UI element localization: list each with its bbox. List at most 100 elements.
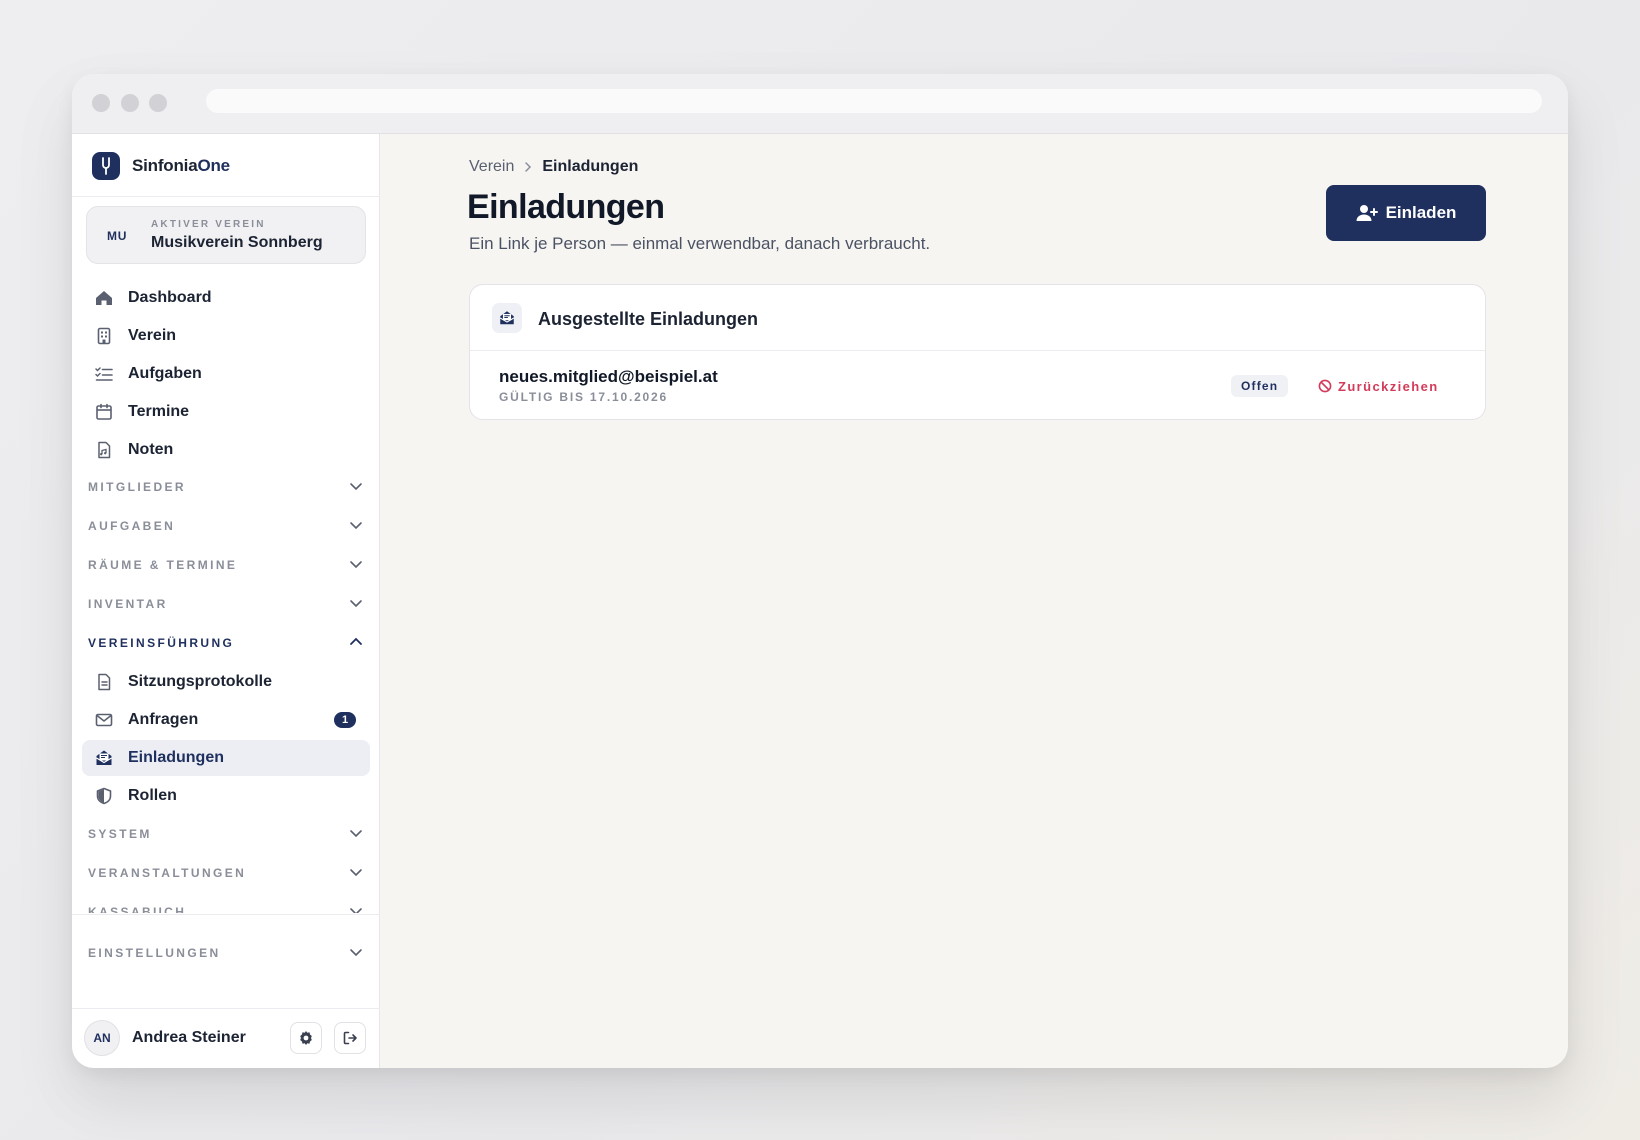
invitation-icon (492, 303, 522, 333)
divider (72, 914, 380, 915)
mail-icon (94, 710, 114, 730)
breadcrumb-parent[interactable]: Verein (469, 158, 514, 176)
invite-button[interactable]: Einladen (1326, 185, 1486, 241)
club-label: AKTIVER VEREIN (151, 219, 266, 230)
avatar[interactable]: AN (84, 1020, 120, 1056)
revoke-label: Zurückziehen (1338, 378, 1439, 394)
section-raeume-termine[interactable]: RÄUME & TERMINE (88, 554, 364, 574)
breadcrumb: Verein Einladungen (469, 158, 638, 176)
window-minimize-dot[interactable] (121, 94, 139, 112)
card-header: Ausgestellte Einladungen (470, 285, 1485, 351)
invitation-icon (94, 748, 114, 768)
unread-count-badge: 1 (334, 712, 356, 728)
chevron-right-icon (525, 162, 532, 172)
revoke-button[interactable]: Zurückziehen (1318, 376, 1439, 396)
logout-button[interactable] (334, 1022, 366, 1054)
section-mitglieder[interactable]: MITGLIEDER (88, 476, 364, 496)
gear-icon (300, 1031, 312, 1045)
sidebar-item-label: Termine (128, 403, 190, 420)
chevron-down-icon (350, 869, 362, 877)
sidebar-item-label: Verein (128, 327, 177, 344)
section-system[interactable]: SYSTEM (88, 823, 364, 843)
invite-button-label: Einladen (1385, 203, 1457, 222)
building-icon (94, 326, 114, 346)
active-club-switcher[interactable]: MU AKTIVER VEREIN Musikverein Sonnberg (86, 206, 366, 264)
ban-icon (1318, 379, 1332, 393)
shield-icon (94, 786, 114, 806)
calendar-icon (94, 402, 114, 422)
sidebar-item-label: Sitzungsprotokolle (128, 673, 272, 690)
chevron-down-icon (350, 483, 362, 491)
section-veranstaltungen[interactable]: VERANSTALTUNGEN (88, 862, 364, 882)
logout-icon (343, 1031, 357, 1045)
club-abbr: MU (107, 229, 128, 243)
divider (72, 196, 380, 197)
brand-name-part2: One (197, 156, 230, 175)
breadcrumb-current: Einladungen (542, 158, 639, 175)
sidebar-item-label: Anfragen (128, 711, 199, 728)
sidebar-item-verein[interactable]: Verein (82, 318, 370, 354)
chevron-down-icon (350, 949, 362, 957)
section-label: MITGLIEDER (88, 480, 186, 494)
sidebar-item-label: Dashboard (128, 289, 212, 306)
sidebar-item-rollen[interactable]: Rollen (82, 778, 370, 814)
brand-name: SinfoniaOne (132, 156, 230, 176)
chevron-down-icon (350, 600, 362, 608)
sidebar-item-aufgaben[interactable]: Aufgaben (82, 356, 370, 392)
sidebar-item-anfragen[interactable]: Anfragen 1 (82, 702, 370, 738)
status-badge: Offen (1231, 375, 1289, 397)
invitation-valid-until: GÜLTIG BIS 17.10.2026 (499, 390, 668, 404)
tuning-fork-logo-icon (92, 152, 120, 180)
section-einstellungen[interactable]: EINSTELLUNGEN (88, 942, 364, 962)
sidebar-item-einladungen[interactable]: Einladungen (82, 740, 370, 776)
section-label: VERANSTALTUNGEN (88, 866, 247, 880)
sidebar-item-label: Einladungen (128, 749, 224, 766)
club-name: Musikverein Sonnberg (151, 234, 323, 251)
chevron-down-icon (350, 908, 362, 913)
sidebar-item-sitzungsprotokolle[interactable]: Sitzungsprotokolle (82, 664, 370, 700)
section-inventar[interactable]: INVENTAR (88, 593, 364, 613)
user-row: AN Andrea Steiner (72, 1008, 380, 1068)
checklist-icon (94, 364, 114, 384)
invitation-email: neues.mitglied@beispiel.at (499, 367, 718, 386)
chevron-down-icon (350, 561, 362, 569)
section-label: KASSABUCH (88, 905, 187, 913)
chevron-down-icon (350, 830, 362, 838)
invitations-card: Ausgestellte Einladungen neues.mitglied@… (469, 284, 1486, 420)
sidebar-item-label: Aufgaben (128, 365, 202, 382)
app-window: SinfoniaOne MU AKTIVER VEREIN Musikverei… (72, 74, 1568, 1068)
sidebar-item-label: Noten (128, 441, 174, 458)
document-icon (94, 672, 114, 692)
browser-titlebar (72, 74, 1568, 134)
section-label: VEREINSFÜHRUNG (88, 636, 235, 650)
user-name: Andrea Steiner (132, 1029, 246, 1046)
settings-button[interactable] (290, 1022, 322, 1054)
section-label: AUFGABEN (88, 519, 176, 533)
section-label: SYSTEM (88, 827, 152, 841)
section-label: EINSTELLUNGEN (88, 946, 221, 960)
section-aufgaben[interactable]: AUFGABEN (88, 515, 364, 535)
chevron-up-icon (350, 637, 362, 645)
section-label: INVENTAR (88, 597, 168, 611)
window-maximize-dot[interactable] (149, 94, 167, 112)
sidebar-item-label: Rollen (128, 787, 177, 804)
sidebar-item-noten[interactable]: Noten (82, 432, 370, 468)
home-icon (94, 288, 114, 308)
section-kassabuch[interactable]: KASSABUCH (88, 901, 364, 913)
sidebar: SinfoniaOne MU AKTIVER VEREIN Musikverei… (72, 134, 380, 1068)
brand[interactable]: SinfoniaOne (92, 152, 230, 180)
page-title: Einladungen (467, 188, 665, 226)
window-close-dot[interactable] (92, 94, 110, 112)
page-subtitle: Ein Link je Person — einmal verwendbar, … (469, 234, 931, 253)
card-title: Ausgestellte Einladungen (538, 309, 759, 329)
brand-name-part1: Sinfonia (132, 156, 198, 175)
music-sheet-icon (94, 440, 114, 460)
sidebar-item-termine[interactable]: Termine (82, 394, 370, 430)
section-vereinsfuehrung[interactable]: VEREINSFÜHRUNG (88, 632, 364, 652)
user-plus-icon (1356, 205, 1378, 221)
sidebar-item-dashboard[interactable]: Dashboard (82, 280, 370, 316)
section-label: RÄUME & TERMINE (88, 558, 238, 572)
main-content: Verein Einladungen Einladungen Ein Link … (381, 134, 1568, 1068)
chevron-down-icon (350, 522, 362, 530)
address-bar[interactable] (206, 89, 1542, 113)
